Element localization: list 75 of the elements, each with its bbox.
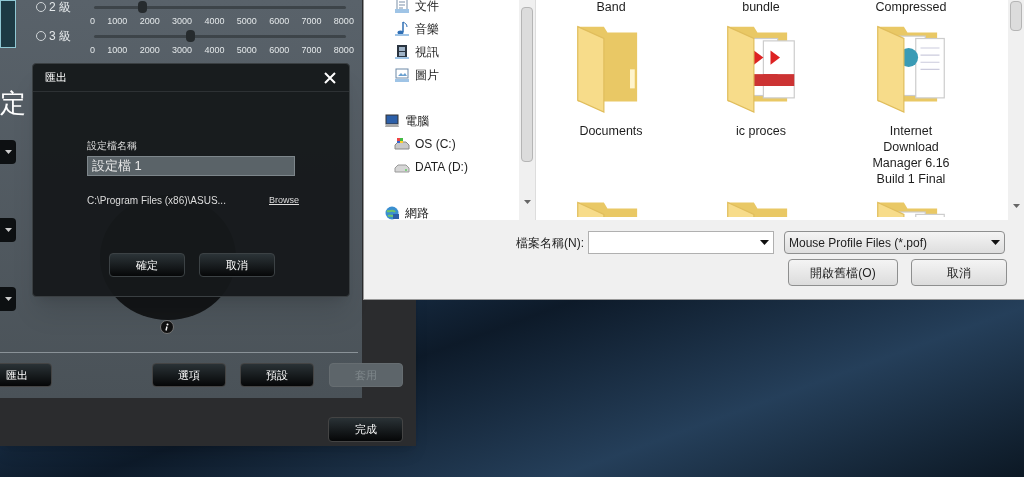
caret-icon: [5, 150, 12, 154]
file-name[interactable]: Internet Download Manager 6.16 Build 1 Final: [861, 123, 961, 187]
caret-icon: [760, 240, 769, 245]
scrollbar-thumb[interactable]: [1010, 1, 1022, 31]
caret-icon: [5, 297, 12, 301]
tick-label: 6000: [269, 17, 290, 26]
tick-label: 6000: [269, 46, 290, 55]
tick-label: 4000: [204, 46, 225, 55]
radio-option[interactable]: 3 級: [36, 27, 94, 45]
nav-item[interactable]: 網路: [364, 201, 520, 224]
tick-label: 2000: [139, 17, 160, 26]
action-button[interactable]: 預設: [240, 363, 314, 387]
file-name[interactable]: Documents: [561, 123, 661, 139]
file-name[interactable]: Band: [561, 0, 661, 15]
tick-label: 3000: [172, 17, 193, 26]
tick-label: 7000: [301, 17, 322, 26]
dialog-button[interactable]: 開啟舊檔(O): [788, 259, 898, 286]
dropdown-button[interactable]: [0, 287, 16, 311]
tick-label: 5000: [236, 46, 257, 55]
tick-label: 8000: [333, 46, 354, 55]
dialog-title: 匯出: [45, 70, 67, 86]
dialog-button[interactable]: 取消: [199, 253, 275, 277]
action-button[interactable]: 選項: [152, 363, 226, 387]
browse-link[interactable]: Browse: [269, 193, 299, 208]
scrollbar[interactable]: [519, 0, 535, 220]
radio-option[interactable]: 2 級: [36, 0, 94, 16]
nav-item[interactable]: 文件: [364, 0, 520, 17]
dropdown-button[interactable]: [0, 218, 16, 242]
film-icon: [394, 43, 410, 60]
nav-item[interactable]: OS (C:): [364, 132, 520, 155]
picture-icon: [394, 66, 410, 83]
slider-thumb[interactable]: [185, 29, 195, 42]
nav-item[interactable]: 視訊: [364, 40, 520, 63]
scrollbar-thumb[interactable]: [521, 7, 533, 162]
file-name[interactable]: ic proces: [711, 123, 811, 139]
dropdown-button[interactable]: [0, 140, 16, 164]
tick-label: 4000: [204, 17, 225, 26]
caret-icon: [5, 228, 12, 232]
preview-tile: [0, 0, 16, 48]
file-name[interactable]: Compressed: [861, 0, 961, 15]
tick-label: 1000: [107, 46, 128, 55]
file-type-dropdown[interactable]: Mouse Profile Files (*.pof): [784, 231, 1005, 254]
file-name-label: 檔案名稱(N):: [515, 234, 585, 252]
globe-icon: [384, 204, 400, 221]
heading-text: 定: [0, 90, 26, 116]
tick-label: 3000: [172, 46, 193, 55]
dialog-button[interactable]: 確定: [109, 253, 185, 277]
tick-label: 1000: [107, 17, 128, 26]
drive-icon: [394, 135, 410, 152]
file-name[interactable]: bundle: [711, 0, 811, 15]
profile-name-field[interactable]: 設定檔 1: [87, 156, 295, 176]
music-note-icon: [394, 20, 410, 37]
nav-item[interactable]: DATA (D:): [364, 155, 520, 178]
field-label: 設定檔名稱: [87, 139, 138, 153]
scroll-down-icon[interactable]: [523, 200, 531, 204]
tick-label: 8000: [333, 17, 354, 26]
scrollbar[interactable]: [1008, 0, 1024, 220]
scroll-down-icon[interactable]: [1012, 204, 1020, 208]
nav-item[interactable]: 音樂: [364, 17, 520, 40]
close-icon[interactable]: [324, 71, 336, 84]
computer-icon: [384, 112, 400, 129]
tick-label: 7000: [301, 46, 322, 55]
file-name-field[interactable]: [588, 231, 774, 254]
nav-item[interactable]: 圖片: [364, 63, 520, 86]
file-path: C:\Program Files (x86)\ASUS...: [87, 194, 226, 208]
nav-item[interactable]: 電腦: [364, 109, 520, 132]
tick-label: 5000: [236, 17, 257, 26]
tick-label: 0: [90, 46, 95, 55]
dialog-button[interactable]: 取消: [911, 259, 1007, 286]
action-button[interactable]: 匯出: [0, 363, 52, 387]
tick-label: 2000: [139, 46, 160, 55]
done-button[interactable]: 完成: [328, 417, 403, 442]
tick-label: 0: [90, 17, 95, 26]
slider-thumb[interactable]: [137, 0, 147, 13]
caret-icon: [991, 240, 1000, 245]
